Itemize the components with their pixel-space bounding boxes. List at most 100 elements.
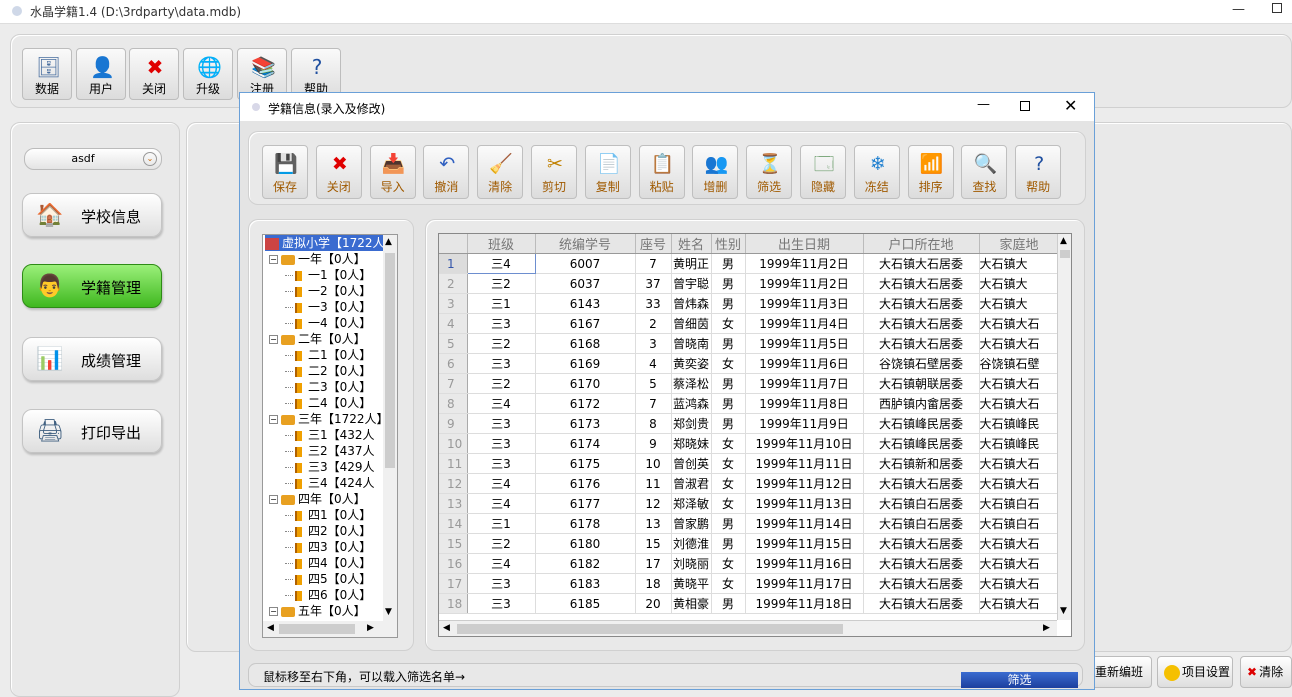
tree-class-node[interactable]: 四6【0人】 bbox=[285, 587, 371, 603]
table-cell[interactable]: 大石镇大石居委 bbox=[863, 273, 980, 294]
tree-class-node[interactable]: 二2【0人】 bbox=[285, 363, 371, 379]
table-cell[interactable]: 女 bbox=[711, 553, 746, 574]
grid-horizontal-scrollbar[interactable]: ◀ ▶ bbox=[439, 620, 1057, 636]
tree-grade-node[interactable]: − 二年【0人】 bbox=[269, 331, 366, 347]
grid-vertical-scrollbar[interactable]: ▲ ▼ bbox=[1057, 234, 1071, 620]
tree-class-node[interactable]: 一2【0人】 bbox=[285, 283, 371, 299]
paste-dialog-button[interactable]: 📋 粘贴 bbox=[638, 145, 685, 199]
table-cell[interactable]: 大石镇大石 bbox=[979, 333, 1060, 354]
table-cell[interactable]: 三2 bbox=[467, 333, 536, 354]
tree-scroll-thumb[interactable] bbox=[385, 253, 395, 468]
table-cell[interactable]: 三3 bbox=[467, 453, 536, 474]
user-select[interactable]: asdf ⌄ bbox=[24, 148, 162, 170]
table-cell[interactable]: 女 bbox=[711, 433, 746, 454]
collapse-toggle-icon[interactable]: − bbox=[269, 415, 278, 424]
table-cell[interactable]: 大石镇大石居委 bbox=[863, 333, 980, 354]
table-cell[interactable]: 7 bbox=[635, 253, 672, 274]
tree-class-node[interactable]: 二1【0人】 bbox=[285, 347, 371, 363]
table-cell[interactable]: 10 bbox=[635, 453, 672, 474]
table-cell[interactable]: 刘晓丽 bbox=[671, 553, 712, 574]
table-cell[interactable]: 6176 bbox=[535, 473, 636, 494]
tree-class-node[interactable]: 一1【0人】 bbox=[285, 267, 371, 283]
table-cell[interactable]: 大石镇朝联居委 bbox=[863, 373, 980, 394]
table-row[interactable]: 6 三3 6169 4 黄奕姿女 1999年11月6日 谷饶镇石壁居委 谷饶镇石壁 bbox=[439, 353, 1060, 374]
table-row[interactable]: 5 三2 6168 3 曾晓南男 1999年11月5日 大石镇大石居委 大石镇大石 bbox=[439, 333, 1060, 354]
table-cell[interactable]: 曾晓南 bbox=[671, 333, 712, 354]
table-cell[interactable]: 大石镇大石 bbox=[979, 473, 1060, 494]
table-cell[interactable]: 大石镇大石 bbox=[979, 373, 1060, 394]
import-dialog-button[interactable]: 📥 导入 bbox=[369, 145, 416, 199]
table-cell[interactable]: 谷饶镇石壁 bbox=[979, 353, 1060, 374]
table-cell[interactable]: 三3 bbox=[467, 313, 536, 334]
table-cell[interactable]: 男 bbox=[711, 593, 746, 614]
tree-root[interactable]: 虚拟小学【1722人 bbox=[265, 235, 385, 251]
table-cell[interactable]: 女 bbox=[711, 353, 746, 374]
table-cell[interactable]: 曾宇聪 bbox=[671, 273, 712, 294]
table-cell[interactable]: 大石镇大石居委 bbox=[863, 313, 980, 334]
table-cell[interactable]: 大石镇大石居委 bbox=[863, 593, 980, 614]
table-row[interactable]: 13 三4 6177 12 郑泽敏女 1999年11月13日 大石镇白石居委 大石镇白石 bbox=[439, 493, 1060, 514]
table-cell[interactable]: 大石镇大石 bbox=[979, 453, 1060, 474]
table-cell[interactable]: 17 bbox=[635, 553, 672, 574]
table-cell[interactable]: 1999年11月2日 bbox=[745, 253, 864, 274]
search-dialog-button[interactable]: 🔍 查找 bbox=[961, 145, 1008, 199]
table-cell[interactable]: 1999年11月17日 bbox=[745, 573, 864, 594]
column-header[interactable]: 座号 bbox=[635, 234, 672, 254]
table-cell[interactable]: 6185 bbox=[535, 593, 636, 614]
table-cell[interactable]: 女 bbox=[711, 473, 746, 494]
table-cell[interactable]: 6037 bbox=[535, 273, 636, 294]
table-cell[interactable]: 大石镇大 bbox=[979, 293, 1060, 314]
table-cell[interactable]: 郑泽敏 bbox=[671, 493, 712, 514]
column-header[interactable]: 班级 bbox=[467, 234, 536, 254]
scroll-left-icon[interactable]: ◀ bbox=[267, 623, 274, 633]
table-cell[interactable]: 6167 bbox=[535, 313, 636, 334]
table-cell[interactable]: 6174 bbox=[535, 433, 636, 454]
grid-scroll-thumb[interactable] bbox=[1060, 250, 1070, 258]
table-row[interactable]: 9 三3 6173 8 郑剑贵男 1999年11月9日 大石镇峰民居委 大石镇峰民 bbox=[439, 413, 1060, 434]
table-cell[interactable]: 曾细茵 bbox=[671, 313, 712, 334]
table-cell[interactable]: 18 bbox=[635, 573, 672, 594]
table-cell[interactable]: 1999年11月9日 bbox=[745, 413, 864, 434]
table-cell[interactable]: 6007 bbox=[535, 253, 636, 274]
tree-class-node[interactable]: 四1【0人】 bbox=[285, 507, 371, 523]
table-cell[interactable]: 三2 bbox=[467, 373, 536, 394]
table-row[interactable]: 7 三2 6170 5 蔡泽松男 1999年11月7日 大石镇朝联居委 大石镇大石 bbox=[439, 373, 1060, 394]
table-cell[interactable]: 黄奕姿 bbox=[671, 353, 712, 374]
collapse-toggle-icon[interactable]: − bbox=[269, 495, 278, 504]
table-cell[interactable]: 曾淑君 bbox=[671, 473, 712, 494]
freeze-dialog-button[interactable]: ❄ 冻结 bbox=[853, 145, 900, 199]
grid-scroll-right-icon[interactable]: ▶ bbox=[1043, 623, 1050, 633]
tree-grade-node[interactable]: − 一年【0人】 bbox=[269, 251, 366, 267]
table-cell[interactable]: 8 bbox=[635, 413, 672, 434]
table-row[interactable]: 16 三4 6182 17 刘晓丽女 1999年11月16日 大石镇大石居委 大石镇大石 bbox=[439, 553, 1060, 574]
table-cell[interactable]: 男 bbox=[711, 253, 746, 274]
add-remove-dialog-button[interactable]: 👥 增删 bbox=[692, 145, 739, 199]
tree-class-node[interactable]: 四5【0人】 bbox=[285, 571, 371, 587]
table-cell[interactable]: 郑剑贵 bbox=[671, 413, 712, 434]
table-cell[interactable]: 4 bbox=[635, 353, 672, 374]
dialog-close-button[interactable]: ✕ bbox=[1064, 96, 1077, 115]
tree-grade-node[interactable]: − 三年【1722人】 bbox=[269, 411, 389, 427]
table-cell[interactable]: 6169 bbox=[535, 353, 636, 374]
table-cell[interactable]: 1999年11月3日 bbox=[745, 293, 864, 314]
tree-class-node[interactable]: 四2【0人】 bbox=[285, 523, 371, 539]
tree-class-node[interactable]: 二4【0人】 bbox=[285, 395, 371, 411]
tree-class-node[interactable]: 四3【0人】 bbox=[285, 539, 371, 555]
table-cell[interactable]: 女 bbox=[711, 573, 746, 594]
user-toolbar-button[interactable]: 👤 用户 bbox=[76, 48, 126, 100]
table-cell[interactable]: 大石镇大石 bbox=[979, 313, 1060, 334]
table-cell[interactable]: 黄相豪 bbox=[671, 593, 712, 614]
table-cell[interactable]: 黄明正 bbox=[671, 253, 712, 274]
table-cell[interactable]: 大石镇大石居委 bbox=[863, 573, 980, 594]
table-row[interactable]: 18 三3 6185 20 黄相豪男 1999年11月18日 大石镇大石居委 大石镇大石 bbox=[439, 593, 1060, 614]
table-cell[interactable]: 曾炜森 bbox=[671, 293, 712, 314]
table-cell[interactable]: 33 bbox=[635, 293, 672, 314]
table-cell[interactable]: 6172 bbox=[535, 393, 636, 414]
table-row[interactable]: 10 三3 6174 9 郑晓妹女 1999年11月10日 大石镇峰民居委 大石镇峰民 bbox=[439, 433, 1060, 454]
table-cell[interactable]: 7 bbox=[635, 393, 672, 414]
database-toolbar-button[interactable]: 🗄 数据 bbox=[22, 48, 72, 100]
column-header[interactable]: 性别 bbox=[711, 234, 746, 254]
table-cell[interactable]: 大石镇大 bbox=[979, 273, 1060, 294]
table-cell[interactable]: 大石镇白石居委 bbox=[863, 513, 980, 534]
table-row[interactable]: 12 三4 6176 11 曾淑君女 1999年11月12日 大石镇大石居委 大石镇大石 bbox=[439, 473, 1060, 494]
